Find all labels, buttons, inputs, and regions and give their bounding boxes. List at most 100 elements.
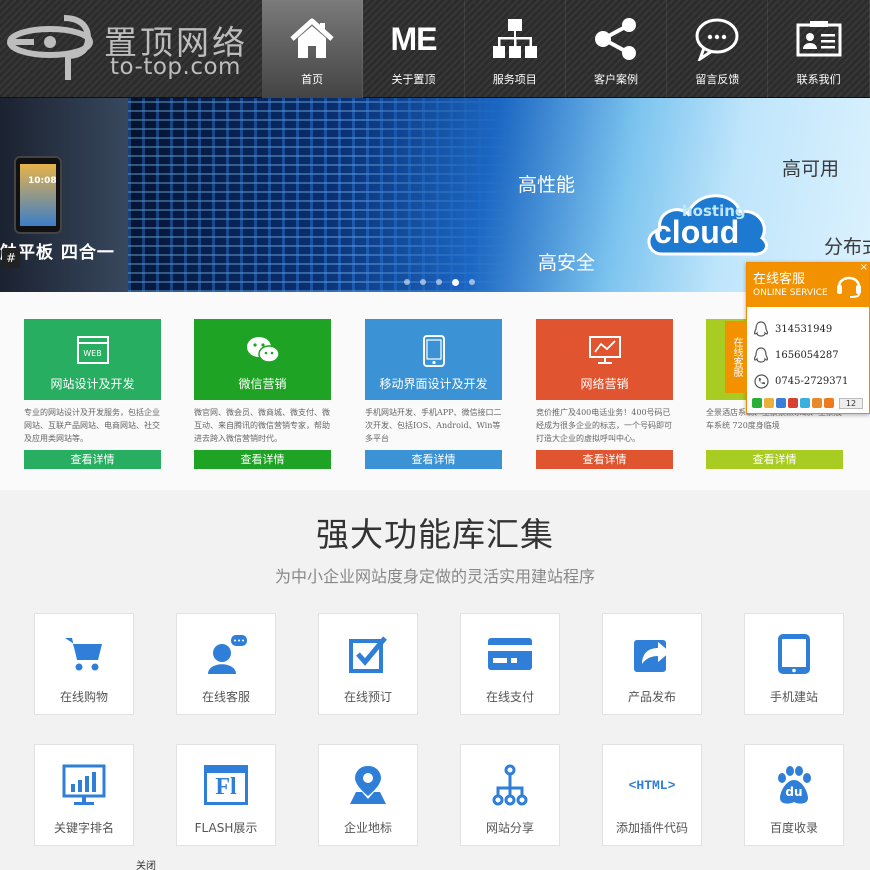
html-code-icon: <HTML> [628,777,676,793]
nav-item-feedback[interactable]: 留言反馈 [667,0,769,98]
tablet-image: 10:08 [14,156,62,234]
feature-label: 在线预订 [343,690,392,704]
feature-tile-baidu[interactable]: du 百度收录 [744,744,844,846]
phone-contact[interactable]: 0745-2729371 [753,373,848,389]
service-details-button[interactable]: 查看详情 [24,450,161,469]
service-card-web: WEB 网站设计及开发 专业的网站设计及开发服务，包括企业网站、互联产品网站、电… [24,319,161,469]
feature-tile-publish[interactable]: 产品发布 [602,613,702,715]
service-details-button[interactable]: 查看详情 [194,450,331,469]
nav-item-cases[interactable]: 客户案例 [566,0,668,98]
banner-word-performance: 高性能 [518,174,576,196]
location-pin-icon [350,766,386,804]
feature-label: 关键字排名 [53,821,114,835]
slider-dot-active[interactable] [452,279,459,286]
phone-number: 0745-2729371 [775,375,849,387]
me-text-icon: ME [390,20,437,57]
service-card-head[interactable]: 移动界面设计及开发 [365,319,502,400]
slider-dot[interactable] [420,279,426,285]
feature-tile-flash[interactable]: Fl FLASH展示 [176,744,276,846]
home-icon [290,18,334,58]
service-card-head[interactable]: 微信营销 [194,319,331,400]
more-share-icon[interactable] [824,398,834,408]
feature-tile-booking[interactable]: 在线预订 [318,613,418,715]
close-link[interactable]: 关闭 [136,857,156,870]
wechat-icon [246,337,280,363]
nav-item-home[interactable]: 首页 [262,0,364,98]
qq-contact-2[interactable]: 1656054287 [753,347,839,363]
logo-mark-icon [7,15,93,80]
feature-label: 手机建站 [769,690,818,704]
nav-item-about[interactable]: ME 关于置顶 [363,0,465,98]
tencent-weibo-share-icon[interactable] [800,398,810,408]
logo[interactable]: 置顶网络 to-top.com [0,0,262,98]
weibo-share-icon[interactable] [788,398,798,408]
nav-item-contact[interactable]: 联系我们 [768,0,870,98]
qzone-share-icon[interactable] [764,398,774,408]
feature-tile-payment[interactable]: 在线支付 [460,613,560,715]
qq-number: 314531949 [775,323,833,335]
service-card-head[interactable]: 网络营销 [536,319,673,400]
feature-label: FLASH展示 [194,821,258,835]
service-title: 网站设计及开发 [50,377,135,391]
hash-badge: # [2,248,20,268]
service-card-wechat: 微信营销 微官网、微会员、微商城、微支付、微互动、来自腾讯的微信营销专家，帮助进… [194,319,331,469]
features-subtitle: 为中小企业网站度身定做的灵活实用建站程序 [274,567,595,586]
feature-tile-customer-service[interactable]: 在线客服 [176,613,276,715]
feature-label: 添加插件代码 [615,821,688,835]
sitemap-icon [492,19,537,58]
feature-tile-plugin-code[interactable]: <HTML> 添加插件代码 [602,744,702,846]
flash-icon: Fl [204,765,248,805]
feature-label: 百度收录 [769,821,818,835]
online-service-header: 在线客服 ONLINE SERVICE × [747,262,869,307]
online-service-subtitle: ONLINE SERVICE [753,288,828,298]
service-details-button[interactable]: 查看详情 [365,450,502,469]
service-desc: 专业的网站设计及开发服务，包括企业网站、互联产品网站、电商网站、社交及应用类网站… [24,408,160,443]
service-card-head[interactable]: WEB 网站设计及开发 [24,319,161,400]
service-title: 网络营销 [580,377,629,391]
slider-dot[interactable] [469,279,475,285]
feature-label: 在线客服 [201,690,250,704]
header: 置顶网络 to-top.com 首页 ME 关于置顶 服务项目 客户案例 留言反… [0,0,870,98]
online-service-title: 在线客服 [753,272,806,287]
qq-share-icon[interactable] [776,398,786,408]
online-service-tab[interactable]: 在线客服 [725,321,747,393]
baidu-icon-text: du [785,785,803,799]
service-title: 微信营销 [238,377,287,391]
qq-contact-1[interactable]: 314531949 [753,321,832,337]
share-tree-icon [492,764,528,806]
feature-tile-mobile-site[interactable]: 手机建站 [744,613,844,715]
banner-word-distributed: 分布式 [824,236,870,258]
headset-icon [837,276,861,298]
online-service-panel: 在线客服 在线客服 ONLINE SERVICE × 314531949 165… [725,262,870,414]
feature-tile-shopping[interactable]: 在线购物 [34,613,134,715]
service-desc: 微官网、微会员、微商城、微支付、微互动、来自腾讯的微信营销专家，帮助进去跨入微信… [194,408,330,443]
slider-dot[interactable] [436,279,442,285]
feature-tile-share[interactable]: 网站分享 [460,744,560,846]
service-desc: 竞价推广及400电话业务！400号码已经成为很多企业的标志，一个号码即可打造大企… [536,408,672,443]
feature-label: 在线支付 [485,690,534,704]
main-nav: 首页 ME 关于置顶 服务项目 客户案例 留言反馈 联系我们 [262,0,870,98]
qq-number: 1656054287 [775,349,839,361]
service-desc: 手机网站开发、手机APP、微信接口二次开发、包括IOS、Android、Win等… [365,408,502,443]
wechat-share-icon[interactable] [752,398,762,408]
cart-icon [65,638,102,671]
nav-item-services[interactable]: 服务项目 [465,0,566,98]
banner-word-security: 高安全 [538,252,596,274]
service-card-mobile: 移动界面设计及开发 手机网站开发、手机APP、微信接口二次开发、包括IOS、An… [365,319,502,469]
slider-dot[interactable] [404,279,410,285]
nav-label-home: 首页 [301,73,324,86]
share-count: 12 [839,398,863,409]
qq-icon [753,321,769,337]
logo-domain-text: to-top.com [110,54,241,80]
close-icon[interactable]: × [860,262,868,273]
feature-tile-keyword-ranking[interactable]: 关键字排名 [34,744,134,846]
feature-label: 产品发布 [627,690,676,704]
contact-card-icon [796,21,842,57]
service-details-button[interactable]: 查看详情 [536,450,673,469]
features-section: 强大功能库汇集 为中小企业网站度身定做的灵活实用建站程序 在线购物 在线客服 在… [0,490,870,870]
service-details-button[interactable]: 查看详情 [706,450,843,469]
banner-slider[interactable]: 10:08 触平板 四合一 # 高性能 高可用 高安全 分布式 hosting … [0,98,870,292]
renren-share-icon[interactable] [812,398,822,408]
feature-tile-landmark[interactable]: 企业地标 [318,744,418,846]
banner-word-availability: 高可用 [782,158,840,180]
